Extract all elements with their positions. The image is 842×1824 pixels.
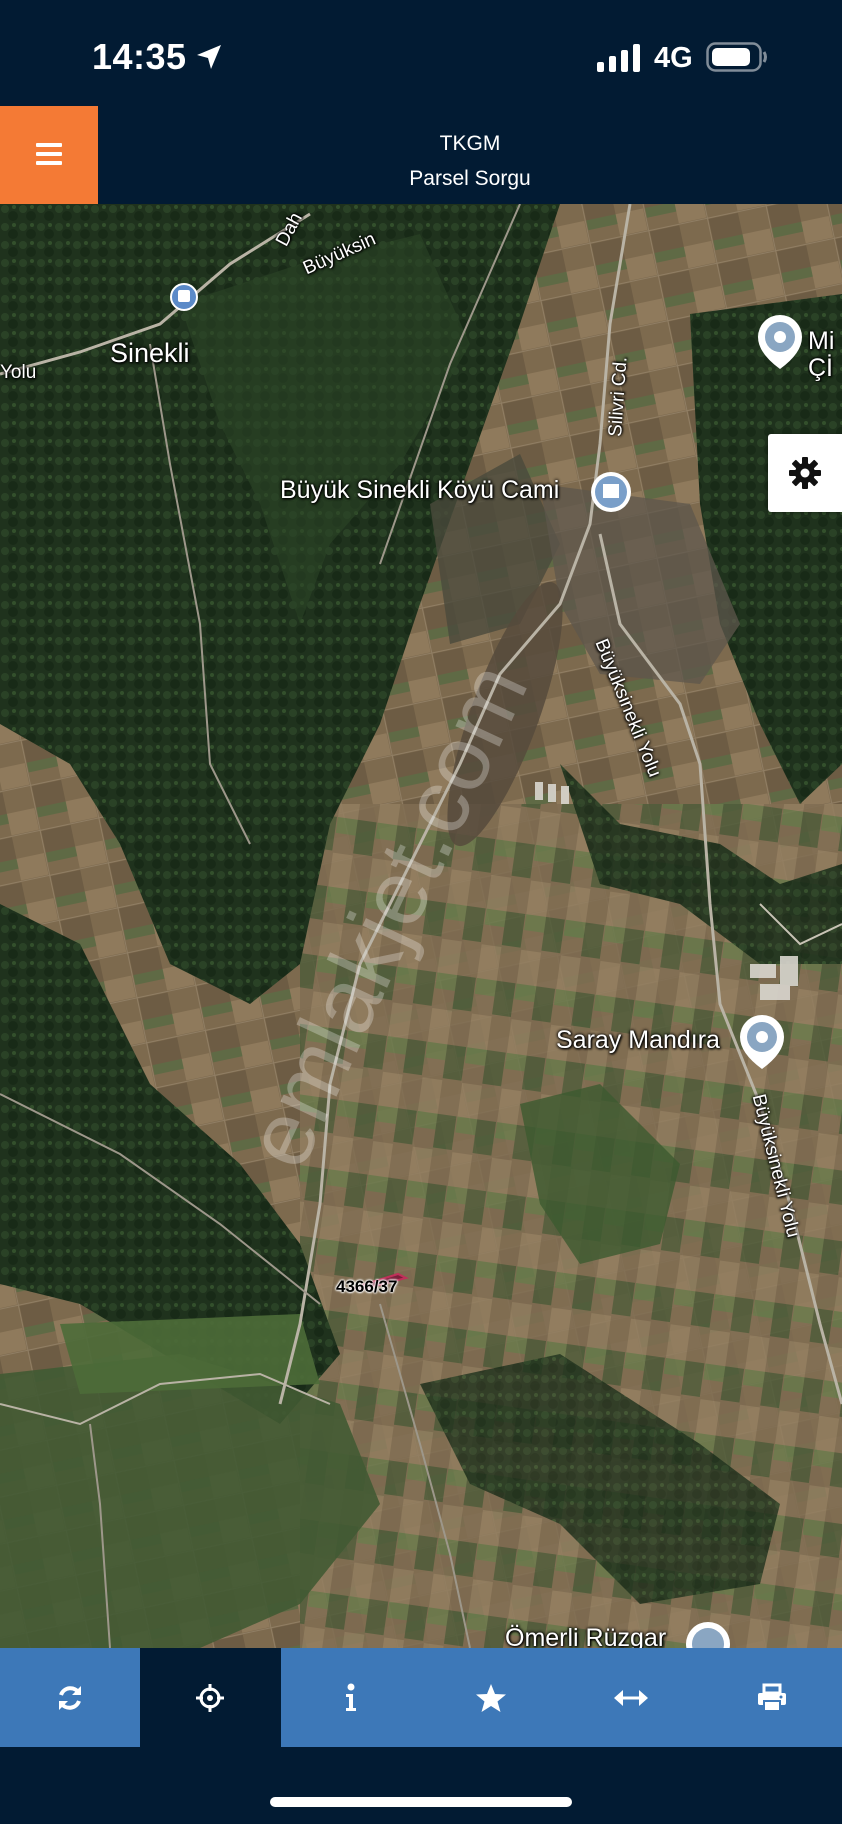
map-label-yolu: Yolu — [0, 362, 37, 383]
favorite-button[interactable] — [421, 1648, 561, 1747]
crosshair-icon — [196, 1683, 225, 1712]
network-type: 4G — [654, 42, 693, 74]
info-button[interactable] — [281, 1648, 421, 1747]
hamburger-icon — [36, 143, 62, 165]
status-time: 14:35 — [92, 36, 187, 77]
map-label-saray-mandira: Saray Mandıra — [556, 1026, 720, 1054]
horizontal-arrows-icon — [614, 1689, 649, 1706]
signal-icon — [597, 44, 640, 72]
battery-icon — [706, 42, 767, 72]
satellite-map[interactable]: Sinekli Yolu Büyük Sinekli Köyü Cami Sil… — [0, 204, 842, 1648]
locate-button[interactable] — [140, 1648, 281, 1747]
parcel-label[interactable]: 4366/37 — [336, 1277, 397, 1297]
map-label-sinekli: Sinekli — [110, 338, 190, 368]
gear-icon — [789, 457, 821, 489]
info-icon — [345, 1683, 356, 1711]
app-header: TKGM Parsel Sorgu — [0, 106, 842, 204]
map-label-mi-cif: Mi Çİ — [808, 328, 835, 382]
refresh-button[interactable] — [0, 1648, 140, 1747]
home-indicator[interactable] — [270, 1797, 572, 1807]
settings-button[interactable] — [768, 434, 842, 512]
measure-button[interactable] — [561, 1648, 701, 1747]
star-icon — [476, 1683, 507, 1712]
app-title: TKGM — [439, 132, 501, 155]
print-icon — [757, 1683, 786, 1712]
refresh-icon — [59, 1685, 82, 1710]
map-label-cami: Büyük Sinekli Köyü Cami — [280, 476, 560, 504]
status-bar: 14:35 4G — [0, 0, 842, 106]
bottom-toolbar — [0, 1648, 842, 1747]
print-button[interactable] — [702, 1648, 842, 1747]
menu-button[interactable] — [0, 106, 98, 204]
location-arrow-icon — [197, 45, 221, 69]
app-subtitle: Parsel Sorgu — [409, 167, 531, 190]
map-label-omerli-ruzgar: Ömerli Rüzgar — [505, 1624, 667, 1648]
